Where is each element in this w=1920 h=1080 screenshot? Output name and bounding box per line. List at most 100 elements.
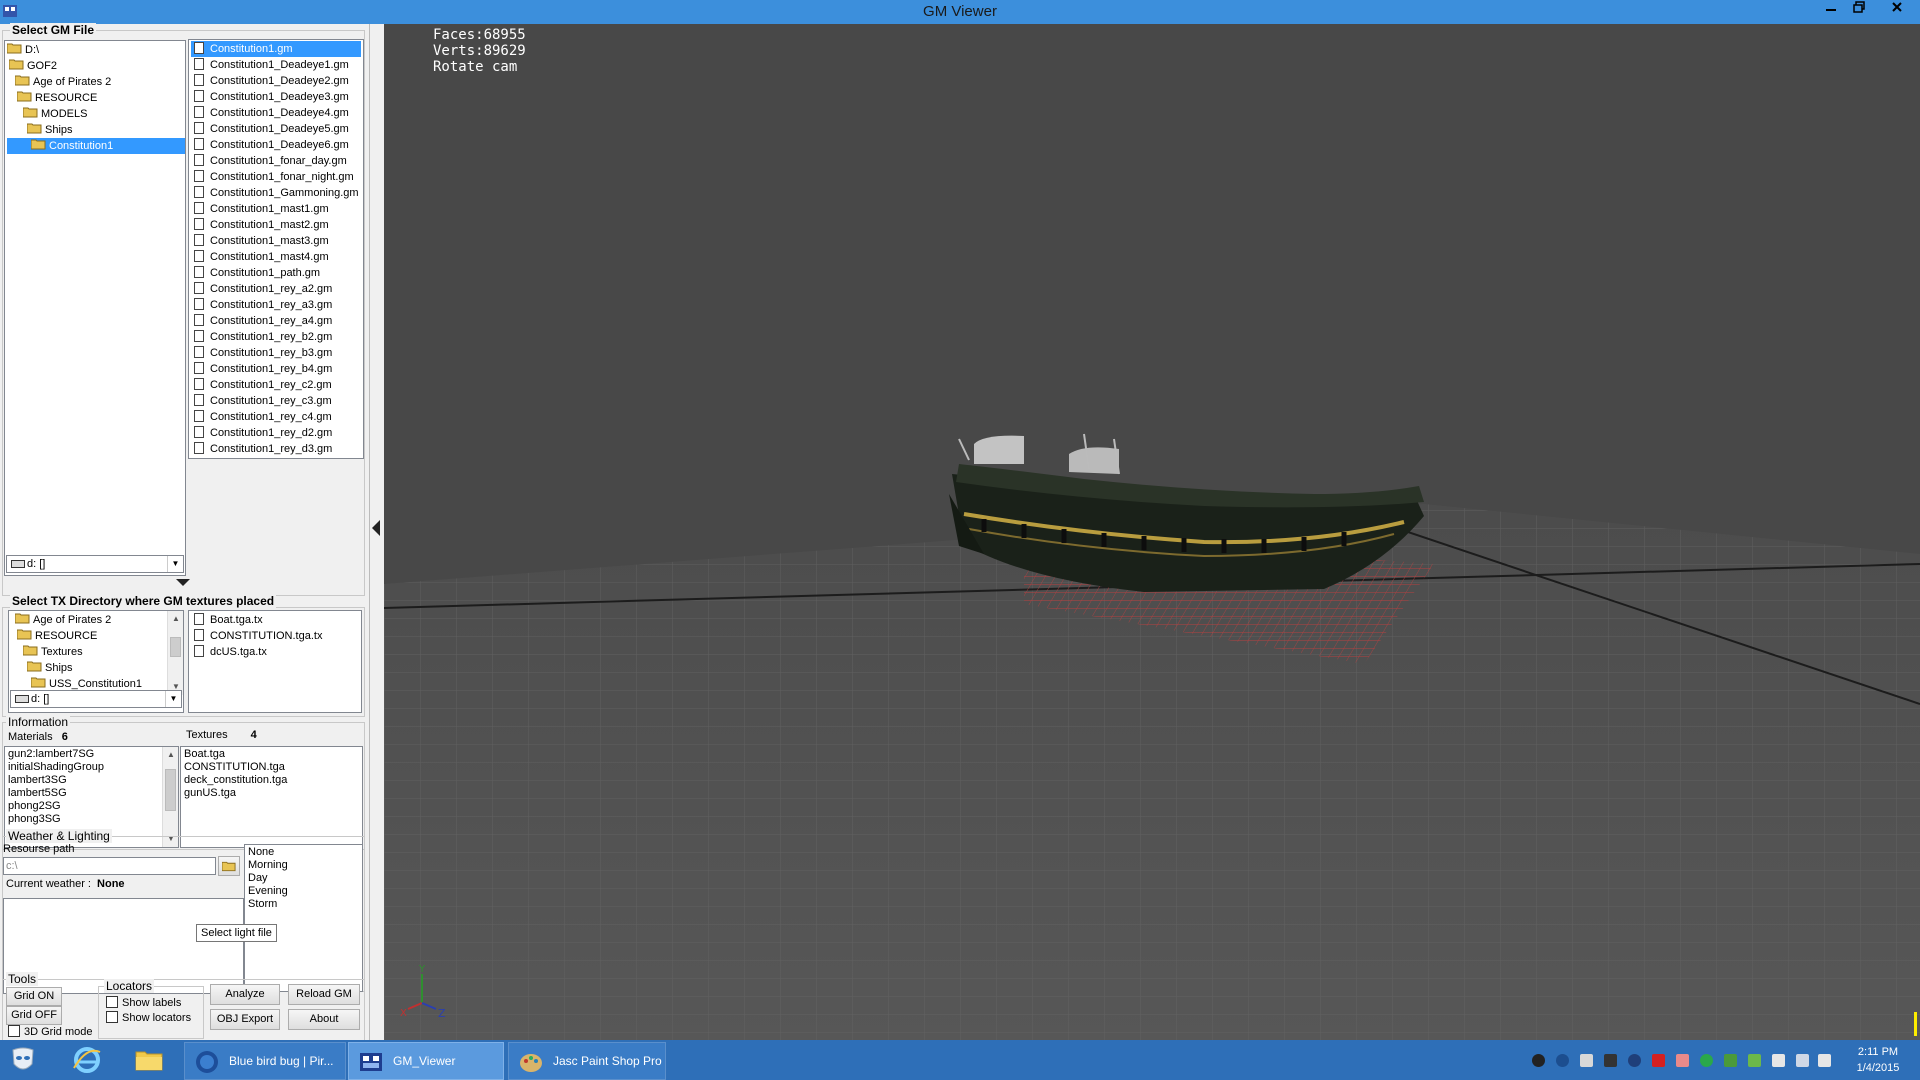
analyze-button[interactable]: Analyze xyxy=(210,984,280,1005)
gm-file-row[interactable]: Constitution1_Deadeye1.gm xyxy=(191,57,349,73)
gm-file-row[interactable]: Constitution1_rey_d2.gm xyxy=(191,425,332,441)
about-button[interactable]: About xyxy=(288,1009,360,1030)
gm-file-row[interactable]: Constitution1_rey_c3.gm xyxy=(191,393,332,409)
gm-file-row[interactable]: Constitution1_Gammoning.gm xyxy=(191,185,359,201)
gm-file-row[interactable]: Constitution1_rey_b3.gm xyxy=(191,345,332,361)
tray-icon-6[interactable] xyxy=(1652,1054,1665,1067)
tx-tree-item-textures[interactable]: Textures xyxy=(23,644,83,660)
gm-file-row[interactable]: Constitution1_rey_d3.gm xyxy=(191,441,332,457)
gm-file-row[interactable]: Constitution1_rey_b4.gm xyxy=(191,361,332,377)
taskbar-item-paint-shop[interactable]: Jasc Paint Shop Pro xyxy=(508,1042,666,1080)
taskbar-item-browser[interactable]: Blue bird bug | Pir... xyxy=(184,1042,346,1080)
scroll-up-icon[interactable]: ▲ xyxy=(163,747,178,763)
show-locators-checkbox[interactable]: Show locators xyxy=(106,1011,191,1024)
restore-button[interactable] xyxy=(1845,0,1873,20)
gm-file-row[interactable]: Constitution1_rey_a4.gm xyxy=(191,313,332,329)
gm-file-row[interactable]: Constitution1_rey_d4.gm xyxy=(191,457,332,458)
grid-off-button[interactable]: Grid OFF xyxy=(6,1006,62,1025)
tx-tree-item-resource[interactable]: RESOURCE xyxy=(17,628,97,644)
list-item[interactable]: Boat.tga xyxy=(184,748,225,761)
collapse-left-icon[interactable] xyxy=(372,520,380,536)
tree-item-age-of-pirates[interactable]: Age of Pirates 2 xyxy=(15,74,111,90)
minimize-button[interactable] xyxy=(1817,0,1845,20)
show-labels-checkbox[interactable]: Show labels xyxy=(106,996,181,1009)
gm-file-row[interactable]: Constitution1_rey_c4.gm xyxy=(191,409,332,425)
tray-icon-9[interactable] xyxy=(1724,1054,1737,1067)
obj-export-button[interactable]: OBJ Export xyxy=(210,1009,280,1030)
tray-icon-2[interactable] xyxy=(1556,1054,1569,1067)
tx-tree-item-age-of-pirates[interactable]: Age of Pirates 2 xyxy=(15,612,111,628)
tray-icon-7[interactable] xyxy=(1676,1054,1689,1067)
3d-viewport[interactable]: Y X Z Faces:68955 Verts:89629 Rotate cam xyxy=(384,24,1920,1040)
gm-file-row[interactable]: Constitution1_Deadeye4.gm xyxy=(191,105,349,121)
tray-icon-10[interactable] xyxy=(1748,1054,1761,1067)
gm-file-list[interactable]: Constitution1.gm Constitution1_Deadeye1.g… xyxy=(188,39,364,459)
panel-splitter[interactable] xyxy=(370,24,384,1040)
gm-folder-tree[interactable]: D:\ GOF2 Age of Pirates 2 RESOURCE MODEL… xyxy=(4,40,186,576)
tx-tree-scrollbar[interactable]: ▲ ▼ xyxy=(167,611,183,695)
list-item[interactable]: None xyxy=(248,846,274,859)
tray-icon-3[interactable] xyxy=(1580,1054,1593,1067)
taskbar-item-gm-viewer[interactable]: GM_Viewer xyxy=(348,1042,504,1080)
list-item[interactable]: phong2SG xyxy=(8,800,61,813)
list-item[interactable]: initialShadingGroup xyxy=(8,761,104,774)
tray-icon-8[interactable] xyxy=(1700,1054,1713,1067)
gm-file-row[interactable]: Constitution1_Deadeye6.gm xyxy=(191,137,349,153)
network-icon[interactable] xyxy=(1796,1054,1809,1067)
flag-icon[interactable] xyxy=(1772,1054,1785,1067)
list-item[interactable]: lambert5SG xyxy=(8,787,67,800)
materials-scrollbar[interactable]: ▲ ▼ xyxy=(162,747,178,847)
grid-3d-checkbox[interactable]: 3D Grid mode xyxy=(8,1025,92,1038)
volume-icon[interactable] xyxy=(1818,1054,1831,1067)
gm-file-row[interactable]: Constitution1_mast1.gm xyxy=(191,201,329,217)
tree-item-ships[interactable]: Ships xyxy=(27,122,73,138)
gm-file-row[interactable]: Constitution1_path.gm xyxy=(191,265,320,281)
taskbar-clock[interactable]: 2:11 PM 1/4/2015 xyxy=(1840,1044,1916,1076)
gm-file-row[interactable]: Constitution1_mast2.gm xyxy=(191,217,329,233)
scroll-up-icon[interactable]: ▲ xyxy=(168,611,183,627)
collapse-arrow-icon[interactable] xyxy=(176,579,190,586)
gm-file-row[interactable]: Constitution1_Deadeye3.gm xyxy=(191,89,349,105)
resource-path-field[interactable]: c:\ xyxy=(3,857,216,875)
scroll-thumb[interactable] xyxy=(170,637,181,657)
tx-file-row[interactable]: Boat.tga.tx xyxy=(191,612,263,628)
grid-on-button[interactable]: Grid ON xyxy=(6,987,62,1006)
tx-file-list[interactable]: Boat.tga.tx CONSTITUTION.tga.tx dcUS.tga… xyxy=(188,610,362,713)
gm-drive-select[interactable]: d: [] ▼ xyxy=(6,555,184,573)
gm-file-row[interactable]: Constitution1_rey_b2.gm xyxy=(191,329,332,345)
gm-file-row[interactable]: Constitution1_rey_c2.gm xyxy=(191,377,332,393)
tray-icon-5[interactable] xyxy=(1628,1054,1641,1067)
mask-app-icon[interactable] xyxy=(8,1046,38,1074)
list-item[interactable]: deck_constitution.tga xyxy=(184,774,287,787)
tree-item-d-drive[interactable]: D:\ xyxy=(7,42,39,58)
gm-file-row[interactable]: Constitution1_fonar_day.gm xyxy=(191,153,347,169)
tx-file-row[interactable]: dcUS.tga.tx xyxy=(191,644,267,660)
close-button[interactable] xyxy=(1873,0,1920,20)
browse-folder-button[interactable] xyxy=(218,856,240,876)
tree-item-constitution1[interactable]: Constitution1 xyxy=(7,138,185,154)
list-item[interactable]: gun2:lambert7SG xyxy=(8,748,94,761)
textures-list[interactable]: Boat.tga CONSTITUTION.tga deck_constitut… xyxy=(180,746,363,848)
tx-file-row[interactable]: CONSTITUTION.tga.tx xyxy=(191,628,322,644)
gm-file-row[interactable]: Constitution1_rey_a2.gm xyxy=(191,281,332,297)
gm-file-row[interactable]: Constitution1_Deadeye2.gm xyxy=(191,73,349,89)
list-item[interactable]: Morning xyxy=(248,859,288,872)
chevron-down-icon[interactable]: ▼ xyxy=(165,691,181,707)
checkbox-icon[interactable] xyxy=(106,996,118,1008)
internet-explorer-icon[interactable] xyxy=(72,1046,102,1074)
tree-item-gof2[interactable]: GOF2 xyxy=(9,58,57,74)
checkbox-icon[interactable] xyxy=(8,1025,20,1037)
list-item[interactable]: Storm xyxy=(248,898,277,911)
list-item[interactable]: phong3SG xyxy=(8,813,61,826)
checkbox-icon[interactable] xyxy=(106,1011,118,1023)
tray-icon-4[interactable] xyxy=(1604,1054,1617,1067)
gm-file-row[interactable]: Constitution1_fonar_night.gm xyxy=(191,169,354,185)
tx-tree-item-ships[interactable]: Ships xyxy=(27,660,73,676)
list-item[interactable]: Evening xyxy=(248,885,288,898)
list-item[interactable]: Day xyxy=(248,872,268,885)
reload-gm-button[interactable]: Reload GM xyxy=(288,984,360,1005)
tray-icon-1[interactable] xyxy=(1532,1054,1545,1067)
scroll-thumb[interactable] xyxy=(165,769,176,811)
gm-file-row[interactable]: Constitution1_Deadeye5.gm xyxy=(191,121,349,137)
tree-item-models[interactable]: MODELS xyxy=(23,106,87,122)
